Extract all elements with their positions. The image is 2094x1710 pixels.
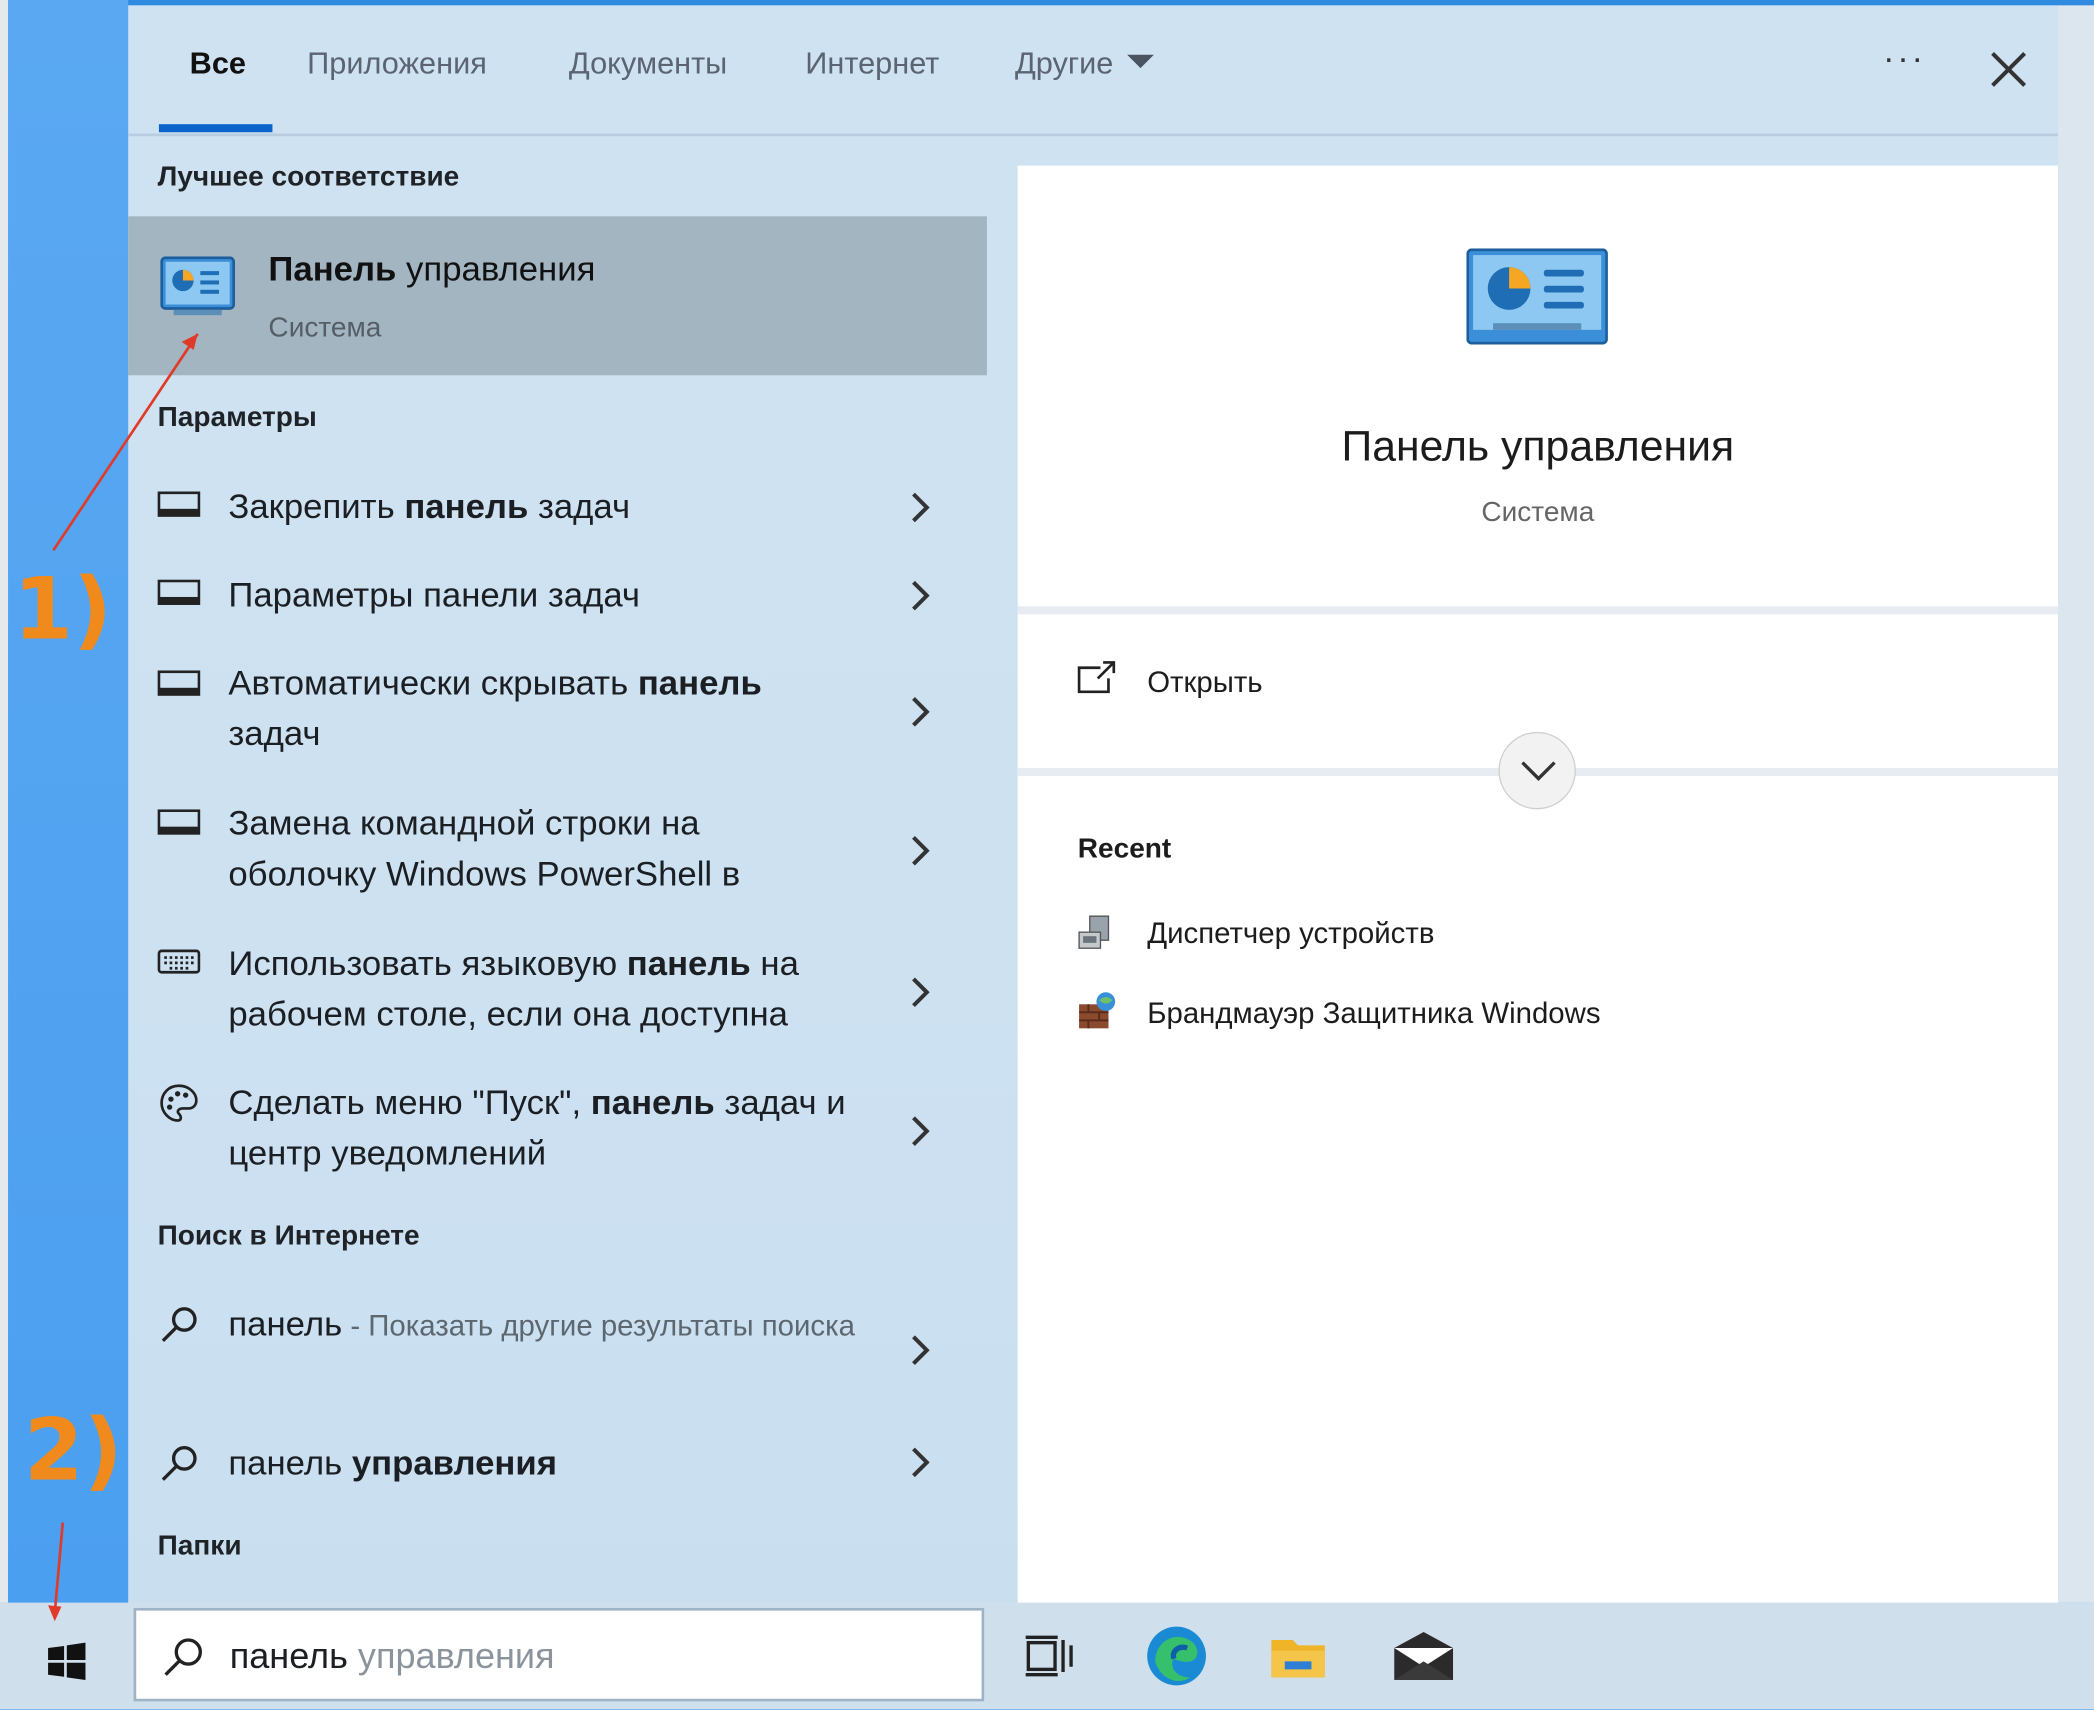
tab-all[interactable]: Все <box>190 45 246 81</box>
settings-item[interactable]: Параметры панели задач <box>128 566 987 646</box>
open-action[interactable]: Открыть <box>1076 654 1477 707</box>
recent-item-device-manager[interactable]: Диспетчер устройств <box>1076 908 1877 956</box>
taskbar-icon <box>157 670 201 696</box>
section-settings: Параметры <box>157 401 317 433</box>
taskbar-icon <box>157 579 201 605</box>
keyboard-icon <box>157 949 201 974</box>
settings-item-label: Закрепить панель задач <box>228 486 631 527</box>
annotation-step-1: 1) <box>13 560 112 660</box>
chevron-right-icon <box>912 580 930 611</box>
search-icon <box>161 1307 197 1343</box>
best-match-title-rest: управления <box>396 248 596 289</box>
firewall-icon <box>1079 992 1116 1029</box>
settings-item-label: Сделать меню "Пуск", панель задач и цент… <box>228 1081 846 1173</box>
task-view-icon[interactable] <box>1015 1621 1084 1690</box>
screen: Все Приложения Документы Интернет Другие… <box>0 0 2094 1710</box>
tab-other-label: Другие <box>1014 45 1114 81</box>
best-match-subtitle: Система <box>268 312 382 344</box>
settings-item[interactable]: Замена командной строки на оболочку Wind… <box>128 793 987 913</box>
preview-divider <box>1017 606 2059 615</box>
chevron-right-icon <box>912 697 930 727</box>
taskbar: панель управления <box>0 1602 2094 1710</box>
search-input[interactable]: панель управления <box>133 1607 985 1702</box>
preview-title: Панель управления <box>1341 422 1735 471</box>
control-panel-icon <box>160 256 236 316</box>
recent-item-firewall[interactable]: Брандмауэр Защитника Windows <box>1076 988 1877 1036</box>
settings-item-label: Использовать языковую панель на рабочем … <box>228 942 799 1034</box>
web-search-item-label: панель - Показать другие результаты поис… <box>228 1303 855 1344</box>
section-web-search: Поиск в Интернете <box>157 1220 420 1252</box>
settings-item[interactable]: Использовать языковую панель на рабочем … <box>128 935 987 1055</box>
recent-item-label: Брандмауэр Защитника Windows <box>1147 996 1601 1030</box>
desktop-background-right <box>2058 0 2094 1603</box>
edge-browser-icon[interactable] <box>1142 1621 1211 1690</box>
search-icon <box>161 1446 197 1481</box>
tab-apps[interactable]: Приложения <box>307 45 487 81</box>
device-manager-icon <box>1078 915 1110 949</box>
preview-pane: Панель управления Система Открыть Recent… <box>1017 165 2059 1606</box>
settings-item-label: Параметры панели задач <box>228 574 640 615</box>
more-options-button[interactable]: ··· <box>1878 37 1931 90</box>
caret-down-icon <box>1126 54 1154 69</box>
best-match-title-bold: Панель <box>268 248 397 289</box>
desktop-background <box>0 0 129 1603</box>
expand-button[interactable] <box>1498 731 1576 810</box>
settings-item[interactable]: Автоматически скрывать панель задач <box>128 654 987 774</box>
tabs-divider <box>128 133 2059 137</box>
search-flyout: Все Приложения Документы Интернет Другие… <box>128 5 2059 1606</box>
chevron-right-icon <box>912 1116 930 1146</box>
chevron-right-icon <box>912 492 930 523</box>
recent-item-label: Диспетчер устройств <box>1147 916 1435 950</box>
chevron-down-icon <box>1521 761 1556 781</box>
settings-item[interactable]: Сделать меню "Пуск", панель задач и цент… <box>128 1074 987 1194</box>
section-folders: Папки <box>157 1530 242 1562</box>
chevron-right-icon <box>912 977 930 1008</box>
recent-heading: Recent <box>1077 833 1172 865</box>
tab-documents[interactable]: Документы <box>569 45 727 81</box>
control-panel-large-icon <box>1466 248 1608 345</box>
chevron-right-icon <box>912 835 930 866</box>
windows-start-icon[interactable] <box>21 1616 106 1701</box>
chevron-right-icon <box>912 1335 930 1365</box>
best-match-title: Панель управления <box>268 248 595 289</box>
preview-subtitle: Система <box>1481 496 1595 528</box>
palette-icon <box>160 1084 198 1122</box>
search-tabs: Все Приложения Документы Интернет Другие… <box>128 5 2059 137</box>
tab-other[interactable]: Другие <box>1014 45 1154 81</box>
settings-item-label: Замена командной строки на оболочку Wind… <box>228 802 741 894</box>
web-search-item-label: панель управления <box>228 1442 558 1483</box>
taskbar-icon <box>157 491 201 517</box>
annotation-step-2: 2) <box>24 1402 123 1502</box>
open-action-label: Открыть <box>1147 665 1263 699</box>
chevron-right-icon <box>912 1447 930 1478</box>
taskbar-icon <box>157 809 201 835</box>
search-icon <box>164 1638 202 1676</box>
section-best-match: Лучшее соответствие <box>157 161 460 193</box>
best-match-item[interactable]: Панель управления Система <box>128 216 987 376</box>
search-input-text: панель управления <box>229 1635 555 1677</box>
settings-item-label: Автоматически скрывать панель задач <box>228 662 762 754</box>
web-search-item[interactable]: панель - Показать другие результаты поис… <box>128 1295 987 1410</box>
active-tab-indicator <box>158 124 273 133</box>
web-search-item[interactable]: панель управления <box>128 1434 987 1503</box>
file-explorer-icon[interactable] <box>1263 1621 1332 1690</box>
settings-item[interactable]: Закрепить панель задач <box>128 475 987 555</box>
tab-internet[interactable]: Интернет <box>805 45 939 81</box>
close-icon[interactable] <box>1985 45 2033 93</box>
open-external-icon <box>1077 661 1116 694</box>
mail-icon[interactable] <box>1389 1621 1458 1690</box>
